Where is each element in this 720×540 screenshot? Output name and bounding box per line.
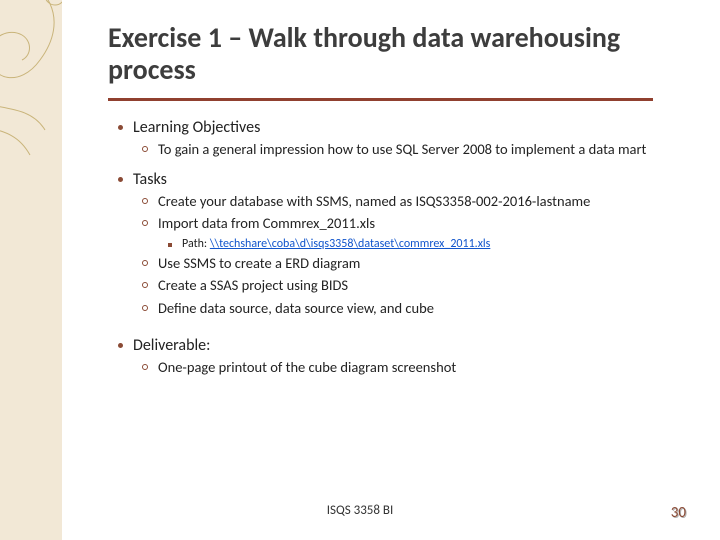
swirl-decoration bbox=[0, 0, 62, 160]
subbullet-icon bbox=[142, 364, 148, 370]
bullet-icon bbox=[118, 125, 123, 130]
subbullet-icon bbox=[142, 198, 148, 204]
subbullet-icon bbox=[142, 220, 148, 226]
section-heading-deliverable: Deliverable: bbox=[133, 336, 210, 355]
slide-title: Exercise 1 – Walk through data warehousi… bbox=[108, 22, 668, 86]
subsubbullet-icon bbox=[168, 243, 172, 247]
subbullet-icon bbox=[142, 146, 148, 152]
title-underline bbox=[108, 98, 653, 101]
path-label: Path: bbox=[182, 237, 210, 251]
slide-body: Learning Objectives To gain a general im… bbox=[118, 112, 678, 378]
task-item: Import data from Commrex_2011.xls bbox=[158, 214, 375, 234]
subbullet-icon bbox=[142, 305, 148, 311]
task-item: Define data source, data source view, an… bbox=[158, 299, 434, 319]
section-heading-learning: Learning Objectives bbox=[133, 118, 260, 137]
task-item: Create your database with SSMS, named as… bbox=[158, 192, 590, 212]
task-path: Path: \\techshare\coba\d\isqs3358\datase… bbox=[182, 237, 490, 251]
path-link[interactable]: \\techshare\coba\d\isqs3358\dataset\comm… bbox=[210, 237, 491, 251]
learning-item: To gain a general impression how to use … bbox=[158, 140, 646, 160]
task-item: Use SSMS to create a ERD diagram bbox=[158, 254, 360, 274]
footer-course: ISQS 3358 BI bbox=[0, 503, 720, 518]
task-item: Create a SSAS project using BIDS bbox=[158, 276, 348, 296]
page-number: 30 bbox=[671, 504, 686, 522]
decorative-sidebar bbox=[0, 0, 62, 540]
section-heading-tasks: Tasks bbox=[133, 170, 167, 189]
deliverable-item: One-page printout of the cube diagram sc… bbox=[158, 358, 456, 378]
subbullet-icon bbox=[142, 260, 148, 266]
bullet-icon bbox=[118, 177, 123, 182]
bullet-icon bbox=[118, 343, 123, 348]
subbullet-icon bbox=[142, 282, 148, 288]
